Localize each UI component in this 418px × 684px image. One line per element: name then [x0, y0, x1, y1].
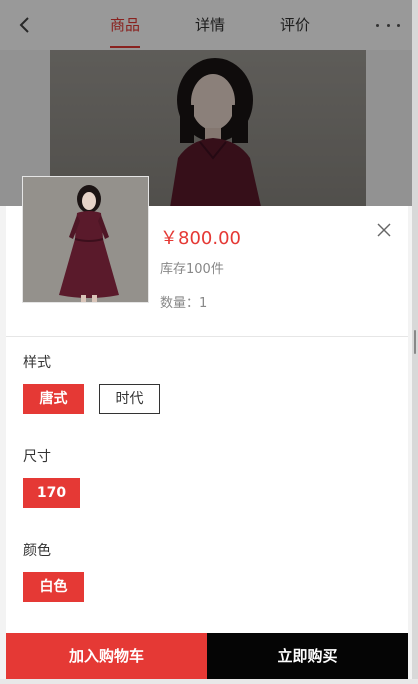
divider	[6, 336, 408, 337]
quantity-label: 数量：	[160, 296, 200, 311]
product-thumbnail-icon	[23, 177, 148, 302]
sku-selector-sheet: ￥800.00 库存100件 数量：1 样式 唐式 时代 尺寸 170 颜色 白…	[6, 176, 408, 684]
style-group-label: 样式	[23, 355, 51, 371]
buy-now-button[interactable]: 立即购买	[207, 633, 408, 679]
product-stock: 库存100件	[160, 262, 224, 277]
add-to-cart-button[interactable]: 加入购物车	[6, 633, 207, 679]
product-thumbnail	[22, 176, 149, 303]
close-icon[interactable]	[376, 222, 392, 238]
scrollbar-thumb[interactable]	[414, 330, 416, 354]
quantity-value: 1	[199, 296, 208, 311]
color-group-label: 颜色	[23, 543, 51, 559]
bottom-edge	[0, 679, 418, 684]
size-group-label: 尺寸	[23, 449, 51, 465]
color-option-white[interactable]: 白色	[23, 572, 84, 602]
quantity-display: 数量：1	[160, 292, 207, 311]
action-bar: 加入购物车 立即购买	[6, 633, 408, 679]
style-option-modern[interactable]: 时代	[99, 384, 160, 414]
product-price: ￥800.00	[160, 228, 241, 249]
style-option-tang[interactable]: 唐式	[23, 384, 84, 414]
size-option-170[interactable]: 170	[23, 478, 80, 508]
